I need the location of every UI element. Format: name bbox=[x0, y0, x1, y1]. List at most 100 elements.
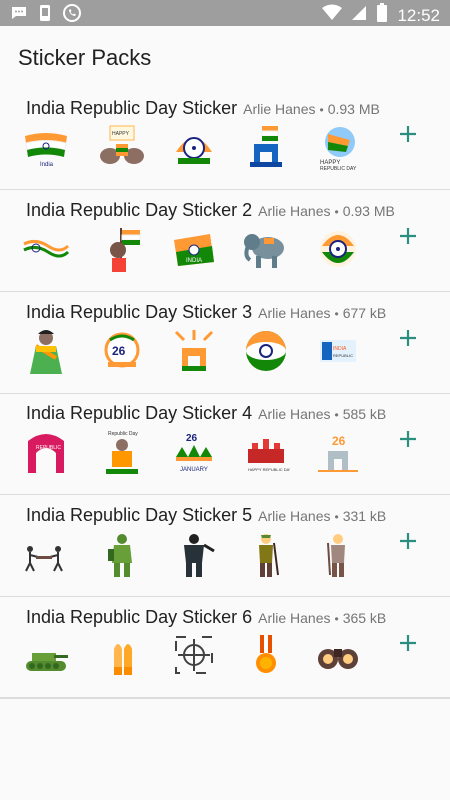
pack-name: India Republic Day Sticker 6 bbox=[26, 607, 253, 627]
add-pack-button[interactable] bbox=[396, 124, 420, 148]
pack-author: Arlie Hanes bbox=[258, 406, 331, 422]
sticker-chakra-wreath bbox=[314, 224, 362, 274]
sticker-preview-strip bbox=[20, 631, 380, 687]
sticker-pack-row[interactable]: India Republic Day Sticker 3 Arlie Hanes •… bbox=[0, 292, 450, 394]
add-pack-button[interactable] bbox=[396, 633, 420, 657]
plus-icon bbox=[400, 126, 416, 142]
separator-dot: • bbox=[334, 510, 339, 524]
sticker-soldier-old bbox=[314, 529, 362, 579]
status-bar: 12:52 bbox=[0, 0, 450, 26]
sticker-woman-in-saree bbox=[22, 326, 70, 376]
sticker-january-26: 26 JANUARY bbox=[170, 427, 218, 477]
sticker-chakra-emblem bbox=[170, 122, 218, 172]
sticker-gate-26: 26 bbox=[314, 427, 362, 477]
sticker-pack-row[interactable]: India Republic Day Sticker 4 Arlie Hanes •… bbox=[0, 393, 450, 495]
pack-name: India Republic Day Sticker 5 bbox=[26, 505, 253, 525]
sticker-jets-gate bbox=[170, 326, 218, 376]
sticker-crosshair bbox=[170, 631, 218, 681]
plus-icon bbox=[400, 330, 416, 346]
add-pack-button[interactable] bbox=[396, 531, 420, 555]
svg-text:26: 26 bbox=[112, 344, 126, 358]
add-pack-button[interactable] bbox=[396, 226, 420, 250]
pack-name: India Republic Day Sticker bbox=[26, 98, 238, 118]
sticker-soldier-heavy bbox=[98, 529, 146, 579]
pack-size: 0.93 MB bbox=[327, 101, 380, 117]
message-icon bbox=[10, 4, 28, 27]
separator-dot: • bbox=[334, 205, 339, 219]
sticker-wave-flag bbox=[22, 224, 70, 274]
sticker-soldiers-carry bbox=[22, 529, 70, 579]
svg-text:26: 26 bbox=[186, 433, 198, 444]
plus-icon bbox=[400, 635, 416, 651]
sticker-republic-card: INDIA REPUBLIC bbox=[314, 326, 362, 376]
wifi-icon bbox=[322, 4, 343, 27]
separator-dot: • bbox=[334, 612, 339, 626]
svg-text:JANUARY: JANUARY bbox=[180, 467, 208, 473]
sticker-pack-row[interactable]: India Republic Day Sticker Arlie Hanes • 0.… bbox=[0, 88, 450, 190]
sticker-preview-strip bbox=[20, 529, 380, 585]
separator-dot: • bbox=[334, 307, 339, 321]
sticker-pack-row[interactable]: India Republic Day Sticker 2 Arlie Hanes •… bbox=[0, 190, 450, 292]
sticker-elephant bbox=[242, 224, 290, 274]
battery-icon bbox=[376, 3, 388, 28]
pack-size: 331 kB bbox=[342, 508, 387, 524]
sticker-india-gate-flag bbox=[242, 122, 290, 172]
sticker-preview-strip: India HAPPY HAPPY REPUBLIC DAY bbox=[20, 122, 380, 178]
svg-text:INDIA: INDIA bbox=[333, 346, 347, 352]
sticker-badge-26: 26 bbox=[98, 326, 146, 376]
sticker-preview-strip: REPUBLIC DAY Republic Day 26 JANUARY HAPPY RE… bbox=[20, 427, 380, 483]
phone-icon bbox=[38, 4, 52, 27]
sticker-tank bbox=[22, 631, 70, 681]
pack-author: Arlie Hanes bbox=[258, 305, 331, 321]
sticker-soldier-dark bbox=[170, 529, 218, 579]
sticker-binoculars bbox=[314, 631, 362, 681]
pack-header: India Republic Day Sticker 5 Arlie Hanes •… bbox=[26, 505, 440, 527]
separator-dot: • bbox=[334, 408, 339, 422]
sticker-boy-with-flag bbox=[98, 224, 146, 274]
list-divider bbox=[0, 697, 450, 698]
svg-text:REPUBLIC DAY: REPUBLIC DAY bbox=[320, 166, 357, 172]
status-time: 12:52 bbox=[397, 5, 440, 25]
pack-author: Arlie Hanes bbox=[258, 508, 331, 524]
signal-icon bbox=[351, 4, 367, 27]
sticker-soldier-rifle bbox=[242, 529, 290, 579]
pack-header: India Republic Day Sticker 3 Arlie Hanes •… bbox=[26, 302, 440, 324]
page-title: Sticker Packs bbox=[18, 45, 152, 70]
add-pack-button[interactable] bbox=[396, 328, 420, 352]
separator-dot: • bbox=[319, 103, 324, 117]
pack-header: India Republic Day Sticker 4 Arlie Hanes •… bbox=[26, 403, 440, 425]
svg-text:HAPPY: HAPPY bbox=[112, 131, 130, 137]
sticker-bullets bbox=[98, 631, 146, 681]
svg-text:HAPPY REPUBLIC DAY: HAPPY REPUBLIC DAY bbox=[248, 467, 290, 472]
pack-author: Arlie Hanes bbox=[258, 203, 331, 219]
sticker-pink-arch: REPUBLIC DAY bbox=[22, 427, 70, 477]
plus-icon bbox=[400, 533, 416, 549]
sticker-pack-row[interactable]: India Republic Day Sticker 6 Arlie Hanes •… bbox=[0, 597, 450, 699]
pack-name: India Republic Day Sticker 4 bbox=[26, 403, 253, 423]
svg-text:INDIA: INDIA bbox=[186, 258, 202, 264]
svg-text:26: 26 bbox=[332, 434, 346, 448]
sticker-preview-strip: 26 INDIA REPUBLIC bbox=[20, 326, 380, 382]
pack-size: 585 kB bbox=[342, 406, 387, 422]
plus-icon bbox=[400, 431, 416, 447]
whatsapp-icon bbox=[62, 3, 82, 28]
svg-text:DAY: DAY bbox=[40, 451, 51, 457]
pack-author: Arlie Hanes bbox=[243, 101, 316, 117]
plus-icon bbox=[400, 228, 416, 244]
pack-header: India Republic Day Sticker 6 Arlie Hanes •… bbox=[26, 607, 440, 629]
svg-text:Republic Day: Republic Day bbox=[108, 431, 138, 437]
sticker-tricolor-circle bbox=[242, 326, 290, 376]
sticker-elephants-text: HAPPY bbox=[98, 122, 146, 172]
sticker-medal bbox=[242, 631, 290, 681]
pack-header: India Republic Day Sticker 2 Arlie Hanes •… bbox=[26, 200, 440, 222]
pack-size: 0.93 MB bbox=[342, 203, 395, 219]
sticker-pack-row[interactable]: India Republic Day Sticker 5 Arlie Hanes •… bbox=[0, 495, 450, 597]
pack-header: India Republic Day Sticker Arlie Hanes • 0.… bbox=[26, 98, 440, 120]
svg-text:India: India bbox=[40, 162, 54, 168]
sticker-red-fort: HAPPY REPUBLIC DAY bbox=[242, 427, 292, 477]
pack-name: India Republic Day Sticker 2 bbox=[26, 200, 253, 220]
sticker-flag-brush: India bbox=[22, 122, 70, 172]
add-pack-button[interactable] bbox=[396, 429, 420, 453]
sticker-india-text: INDIA bbox=[170, 224, 218, 274]
pack-size: 677 kB bbox=[342, 305, 387, 321]
